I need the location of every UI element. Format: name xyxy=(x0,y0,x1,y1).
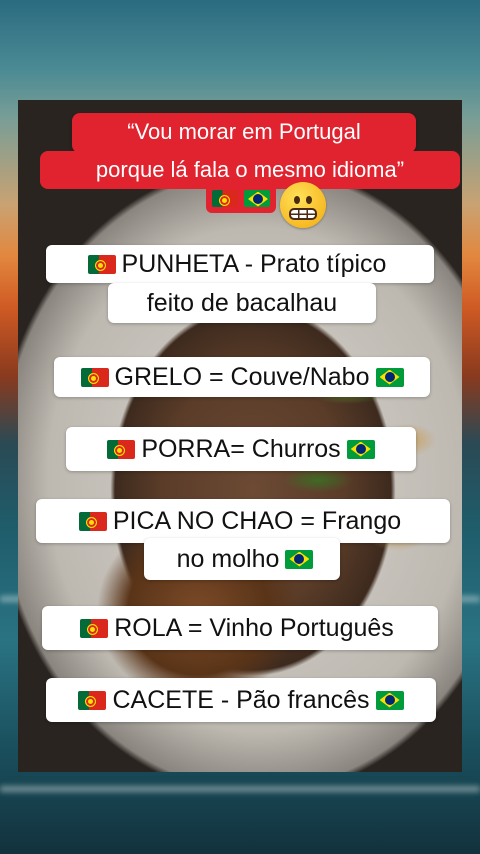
caption-text: GRELO = Couve/Nabo xyxy=(114,363,370,391)
portugal-flag-icon xyxy=(107,439,136,459)
caption-text: PORRA= Churros xyxy=(141,435,341,463)
caption-rola: ROLA = Vinho Português xyxy=(42,606,438,650)
caption-text: ROLA = Vinho Português xyxy=(114,614,394,642)
brazil-flag-icon xyxy=(346,439,375,459)
caption-pica-no-chao-line-1: PICA NO CHAO = Frango xyxy=(36,499,450,543)
portugal-flag-icon xyxy=(80,367,109,387)
caption-text: feito de bacalhau xyxy=(146,289,338,317)
brazil-flag-icon xyxy=(285,549,314,569)
caption-cacete: CACETE - Pão francês xyxy=(46,678,436,722)
caption-text: PUNHETA - Prato típico xyxy=(121,250,387,278)
grimacing-face-icon xyxy=(280,182,326,228)
caption-text: no molho xyxy=(176,545,280,573)
caption-porra: PORRA= Churros xyxy=(66,427,416,471)
caption-pica-no-chao-line-2: no molho xyxy=(144,538,340,580)
caption-grelo: GRELO = Couve/Nabo xyxy=(54,357,430,397)
portugal-flag-icon xyxy=(212,189,238,207)
headline-line-1: “Vou morar em Portugal xyxy=(72,113,416,153)
caption-text: CACETE - Pão francês xyxy=(112,686,370,714)
brazil-flag-icon xyxy=(375,367,404,387)
portugal-flag-icon xyxy=(78,511,107,531)
wave-foam xyxy=(0,786,480,792)
caption-punheta-line-1: PUNHETA - Prato típico xyxy=(46,245,434,283)
portugal-flag-icon xyxy=(87,254,116,274)
caption-text: PICA NO CHAO = Frango xyxy=(112,507,402,535)
caption-punheta-line-2: feito de bacalhau xyxy=(108,283,376,323)
portugal-flag-icon xyxy=(78,690,107,710)
brazil-flag-icon xyxy=(375,690,404,710)
portugal-flag-icon xyxy=(80,618,109,638)
brazil-flag-icon xyxy=(244,189,270,207)
headline-flags xyxy=(206,183,276,213)
